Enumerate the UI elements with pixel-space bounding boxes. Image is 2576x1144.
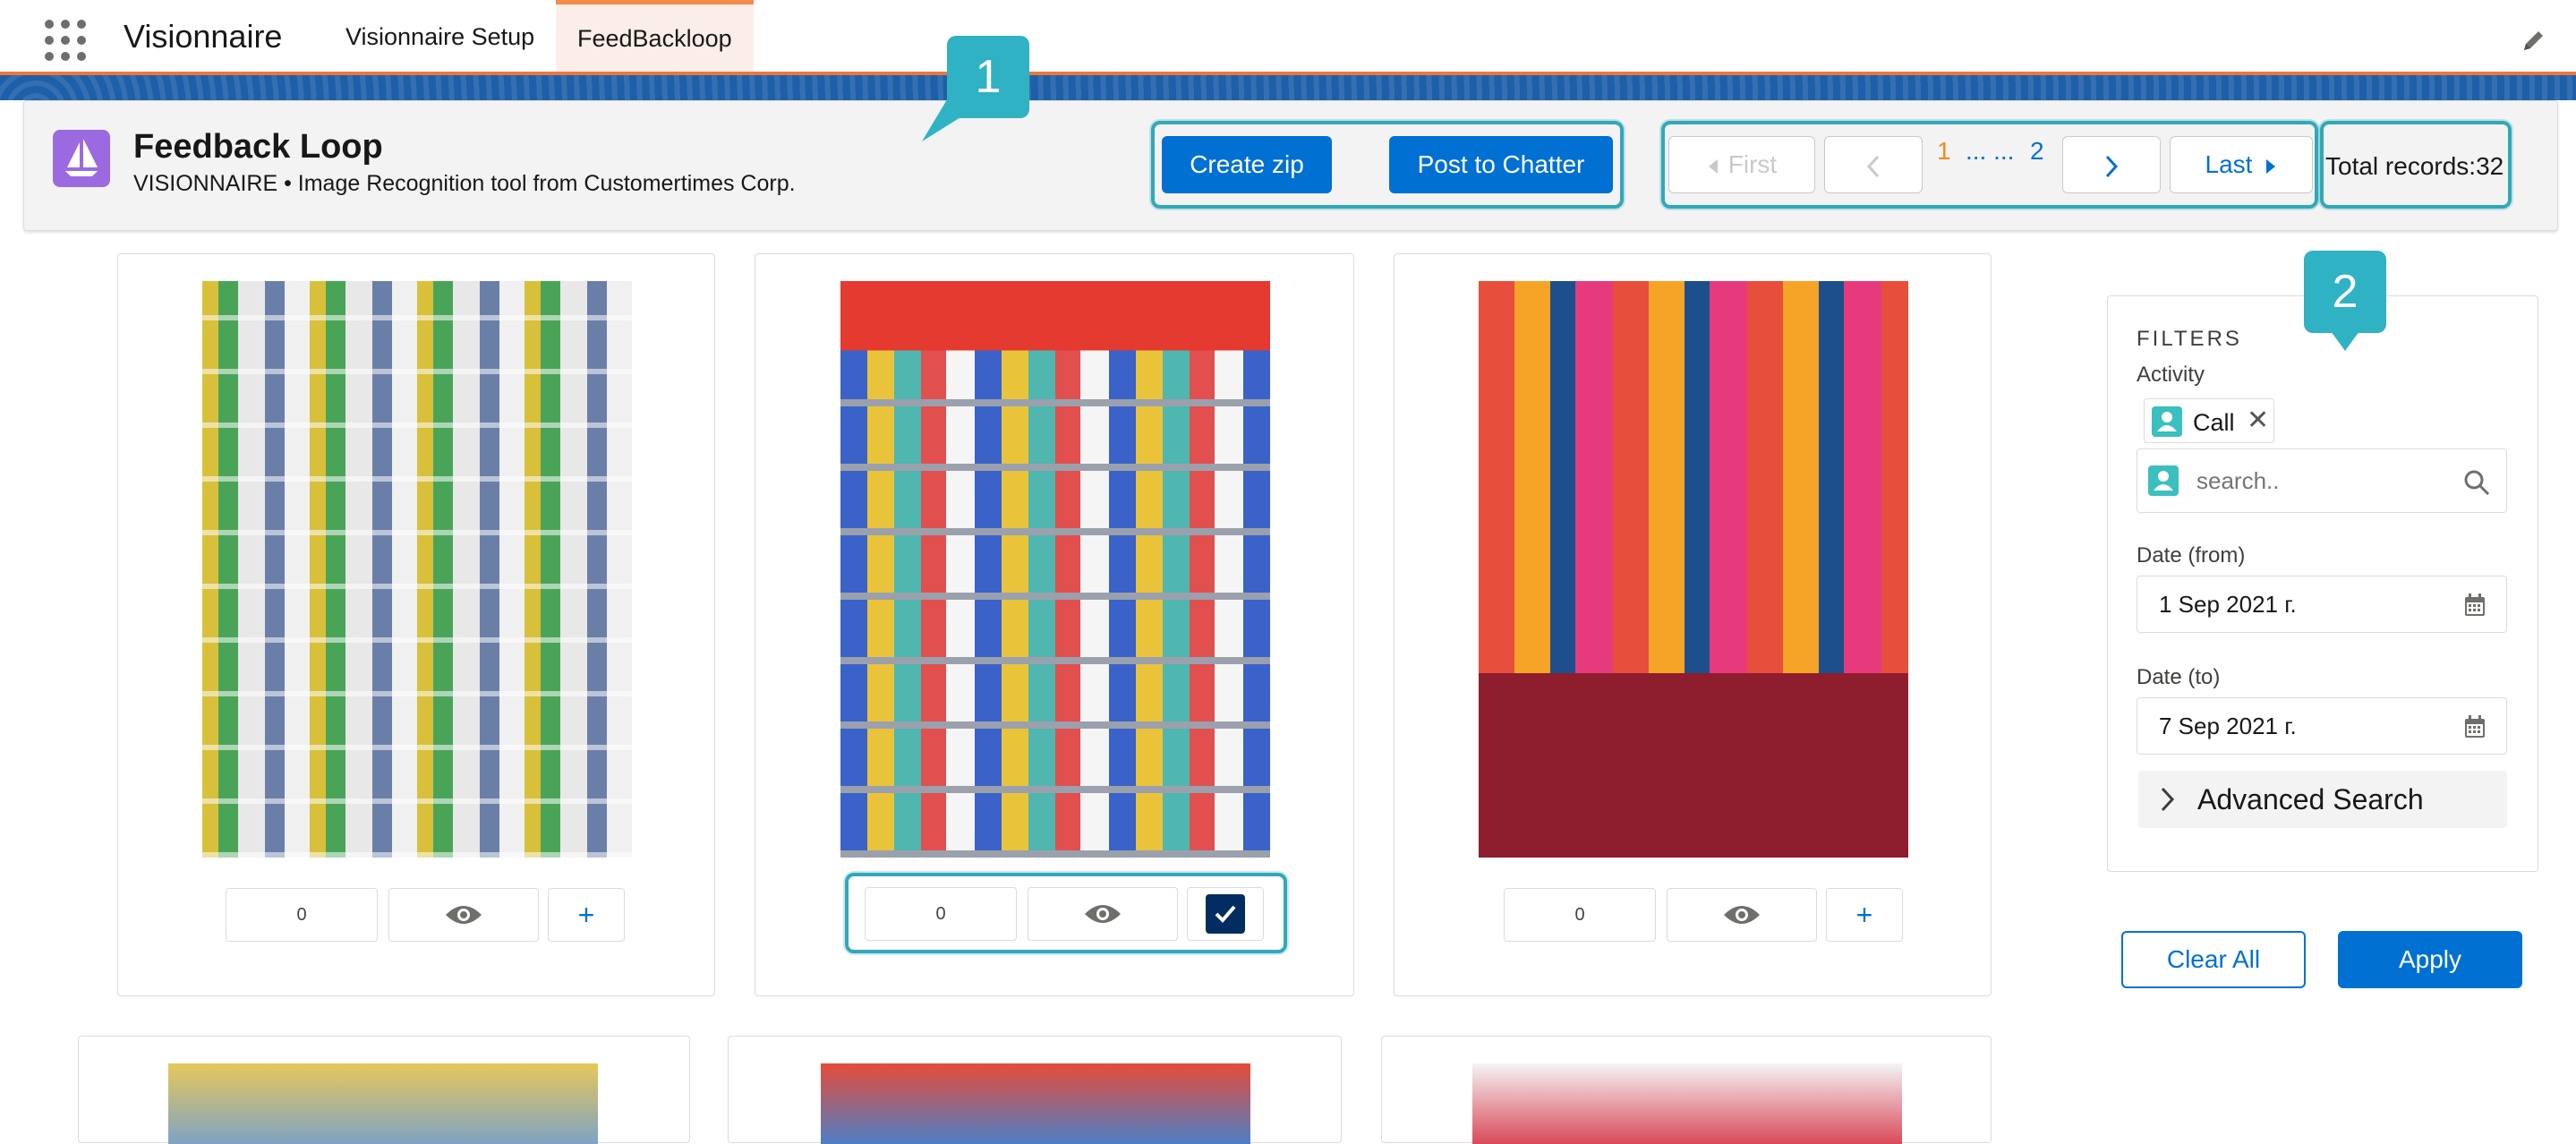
select-checkbox-button[interactable]: [1187, 887, 1264, 941]
last-page-button[interactable]: Last: [2170, 136, 2313, 193]
eye-icon: [1085, 905, 1121, 923]
plus-icon: +: [1855, 899, 1873, 931]
image-card-4: [78, 1036, 690, 1144]
total-records: Total records:32: [2325, 152, 2504, 180]
remove-pill-icon[interactable]: ✕: [2247, 405, 2269, 436]
image-card-1: 0 +: [117, 253, 715, 996]
create-zip-button[interactable]: Create zip: [1162, 136, 1332, 193]
view-button[interactable]: [388, 888, 539, 942]
clear-all-button[interactable]: Clear All: [2121, 931, 2306, 988]
date-to-label: Date (to): [2137, 665, 2221, 689]
last-label: Last: [2205, 150, 2253, 178]
eye-icon: [1724, 906, 1760, 924]
date-from-label: Date (from): [2137, 543, 2246, 568]
shelf-photo-2[interactable]: [840, 281, 1270, 858]
page-2-link[interactable]: 2: [2030, 123, 2044, 180]
count-field[interactable]: 0: [226, 888, 378, 942]
first-page-button[interactable]: First: [1668, 136, 1815, 193]
page-1-link[interactable]: 1: [1937, 123, 1951, 180]
activity-pill-label: Call: [2193, 409, 2235, 436]
view-button[interactable]: [1667, 888, 1817, 942]
filters-title: FILTERS: [2137, 327, 2242, 351]
calendar-icon[interactable]: [2463, 593, 2486, 618]
plus-icon: +: [577, 899, 595, 931]
advanced-search-label: Advanced Search: [2197, 783, 2424, 815]
image-card-6: [1381, 1036, 1992, 1144]
callout-2-tail: [2331, 331, 2359, 351]
advanced-search-toggle[interactable]: Advanced Search: [2138, 771, 2507, 828]
activity-search-input[interactable]: [2195, 462, 2445, 499]
page-title: Feedback Loop: [133, 128, 383, 166]
shelf-photo-1[interactable]: [202, 281, 632, 858]
pencil-edit-icon[interactable]: [2521, 27, 2547, 54]
next-page-button[interactable]: [2062, 136, 2161, 193]
date-to-value: 7 Sep 2021 г.: [2159, 713, 2297, 739]
tab-visionnaire-setup[interactable]: Visionnaire Setup: [324, 0, 556, 73]
page-subtitle: VISIONNAIRE • Image Recognition tool fro…: [133, 171, 796, 196]
activity-pill[interactable]: Call ✕: [2144, 398, 2274, 443]
view-button[interactable]: [1028, 887, 1178, 941]
date-from-value: 1 Sep 2021 г.: [2159, 591, 2297, 618]
sailboat-icon: [53, 130, 110, 187]
date-from-field[interactable]: 1 Sep 2021 г.: [2137, 576, 2507, 633]
previous-page-button[interactable]: [1824, 136, 1923, 193]
shelf-photo-6[interactable]: [1472, 1063, 1902, 1144]
search-icon[interactable]: [2461, 467, 2492, 498]
post-to-chatter-button[interactable]: Post to Chatter: [1389, 136, 1613, 193]
callout-1: 1: [947, 36, 1029, 118]
checked-checkbox-icon[interactable]: [1206, 894, 1245, 934]
image-card-5: [728, 1036, 1342, 1144]
calendar-icon[interactable]: [2463, 714, 2486, 739]
image-card-3: 0 +: [1394, 253, 1992, 996]
count-field[interactable]: 0: [1504, 888, 1656, 942]
activity-label: Activity: [2137, 363, 2205, 387]
chevron-right-icon: [2105, 155, 2119, 177]
filters-panel: FILTERS Activity Call ✕ Date (from) 1 Se…: [2107, 295, 2538, 872]
chevron-right-icon: [2161, 787, 2175, 812]
callout-2: 2: [2304, 251, 2386, 333]
add-button[interactable]: +: [1826, 888, 1903, 942]
shelf-photo-5[interactable]: [821, 1063, 1250, 1144]
caret-left-icon: [1708, 158, 1718, 174]
caret-right-icon: [2266, 158, 2276, 174]
app-name: Visionnaire: [124, 18, 283, 55]
first-label: First: [1727, 150, 1778, 178]
date-to-field[interactable]: 7 Sep 2021 г.: [2137, 697, 2507, 755]
contact-icon: [2148, 465, 2179, 496]
chevron-left-icon: [1866, 155, 1880, 177]
eye-icon: [446, 906, 482, 924]
shelf-photo-3[interactable]: [1479, 281, 1908, 858]
contact-icon: [2152, 406, 2182, 437]
add-button[interactable]: +: [548, 888, 625, 942]
count-field[interactable]: 0: [865, 887, 1017, 941]
page-ellipsis: ... ...: [1966, 137, 2015, 165]
tab-feedbackloop[interactable]: FeedBackloop: [556, 0, 754, 73]
shelf-photo-4[interactable]: [168, 1063, 598, 1144]
global-nav: Visionnaire Visionnaire Setup FeedBacklo…: [0, 0, 2576, 73]
brand-band: [0, 72, 2576, 100]
activity-search: [2137, 448, 2507, 513]
apply-button[interactable]: Apply: [2338, 931, 2522, 988]
app-launcher-icon[interactable]: [45, 20, 86, 61]
